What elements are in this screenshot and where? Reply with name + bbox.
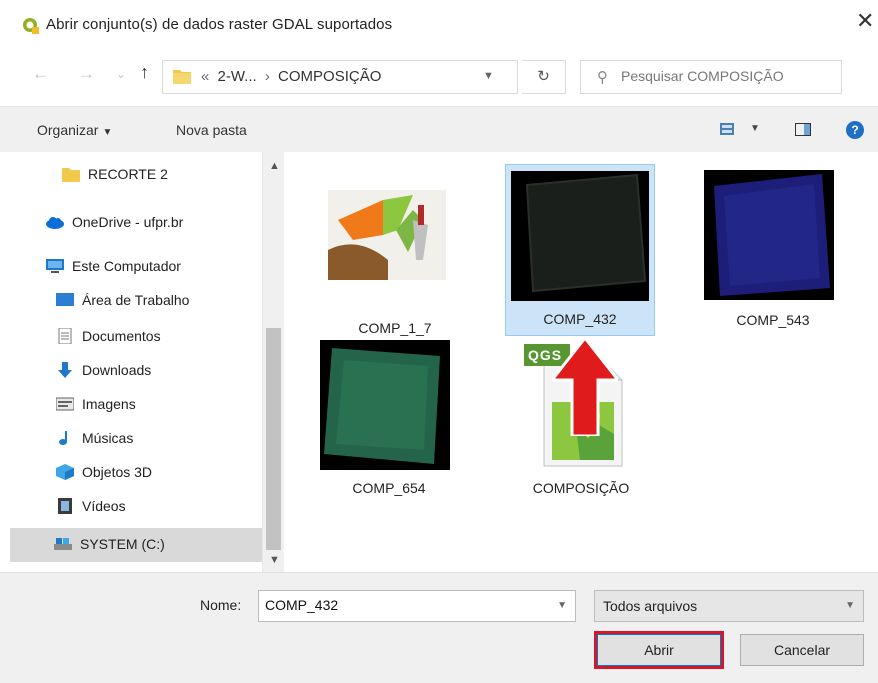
sidebar-item-label: Vídeos — [82, 498, 126, 514]
view-options-icon[interactable] — [720, 123, 734, 135]
open-button[interactable]: Abrir — [594, 631, 724, 669]
sidebar-item-documents[interactable]: Documentos — [56, 322, 256, 352]
search-icon: ⚲ — [597, 69, 608, 86]
command-bar: Organizar ▼ Nova pasta ▼ ? — [0, 106, 878, 152]
breadcrumb-item-current[interactable]: COMPOSIÇÃO — [278, 68, 381, 85]
address-bar[interactable]: « 2-W... › COMPOSIÇÃO ▼ — [162, 60, 518, 94]
sidebar-item-3d-objects[interactable]: Objetos 3D — [56, 458, 256, 488]
sidebar-scrollbar[interactable]: ▲ ▼ — [262, 152, 284, 572]
sidebar-item-recorte-2[interactable]: RECORTE 2 — [62, 160, 252, 190]
window-title: Abrir conjunto(s) de dados raster GDAL s… — [46, 16, 393, 33]
new-folder-button[interactable]: Nova pasta — [176, 122, 247, 138]
dialog-footer: Nome: ▼ Todos arquivos ▼ Abrir Cancelar — [0, 572, 878, 683]
breadcrumb: « 2-W... › COMPOSIÇÃO — [197, 68, 381, 85]
file-item[interactable]: QGS COMPOSIÇÃO — [506, 336, 656, 508]
file-type-select[interactable]: Todos arquivos ▼ — [594, 590, 864, 622]
computer-icon — [46, 259, 64, 273]
help-icon[interactable]: ? — [846, 121, 864, 139]
preview-pane-icon[interactable] — [795, 123, 811, 136]
raster-thumbnail-icon — [320, 340, 450, 470]
sidebar-item-onedrive[interactable]: OneDrive - ufpr.br — [46, 208, 246, 238]
breadcrumb-item-parent[interactable]: 2-W... — [218, 68, 257, 85]
sidebar-item-downloads[interactable]: Downloads — [56, 356, 256, 386]
file-list: COMP_1_7 COMP_432 COMP_543 COMP_654 QGS … — [284, 152, 878, 572]
file-name-label: Nome: — [200, 597, 242, 613]
red-arrow-icon — [552, 338, 618, 436]
sidebar-item-label: Downloads — [82, 362, 152, 378]
sidebar-item-pictures[interactable]: Imagens — [56, 390, 256, 420]
sidebar-item-videos[interactable]: Vídeos — [56, 492, 256, 522]
folder-icon — [62, 168, 80, 182]
music-icon — [59, 431, 67, 445]
organize-button[interactable]: Organizar ▼ — [37, 122, 112, 138]
search-box[interactable]: ⚲ — [580, 60, 842, 94]
chevron-down-icon[interactable]: ▼ — [483, 70, 494, 82]
file-item[interactable]: COMP_543 — [698, 166, 848, 338]
file-name: COMP_543 — [736, 312, 810, 328]
organize-label: Organizar — [37, 122, 99, 138]
qgis-logo-icon — [23, 18, 39, 34]
file-item[interactable]: COMP_1_7 — [320, 166, 470, 338]
cube-icon — [56, 464, 74, 480]
address-row: ← → ⌄ ↑ « 2-W... › COMPOSIÇÃO ▼ ↻ ⚲ — [0, 50, 878, 106]
refresh-button[interactable]: ↻ — [522, 60, 566, 94]
view-dropdown-icon[interactable]: ▼ — [750, 123, 760, 134]
document-icon — [58, 328, 72, 344]
chevron-down-icon[interactable]: ▼ — [557, 600, 567, 611]
caret-down-icon: ▼ — [102, 127, 113, 138]
navigation-pane: RECORTE 2 OneDrive - ufpr.br Este Comput… — [0, 152, 262, 572]
breadcrumb-separator: › — [264, 68, 270, 85]
map-thumbnail-icon — [328, 190, 446, 280]
sidebar-item-label: Este Computador — [72, 258, 181, 274]
file-name-field[interactable]: ▼ — [258, 590, 576, 622]
raster-thumbnail-icon — [511, 171, 649, 301]
breadcrumb-overflow[interactable]: « — [201, 68, 209, 85]
file-name: COMP_654 — [352, 480, 426, 496]
scroll-down-icon[interactable]: ▼ — [269, 554, 280, 566]
sidebar-item-desktop[interactable]: Área de Trabalho — [56, 286, 256, 316]
forward-arrow-icon[interactable]: → — [78, 64, 95, 84]
file-name: COMP_1_7 — [358, 320, 432, 336]
title-bar: Abrir conjunto(s) de dados raster GDAL s… — [0, 0, 878, 50]
sidebar-item-label: Documentos — [82, 328, 161, 344]
raster-thumbnail-icon — [704, 170, 834, 300]
sidebar-item-system-drive[interactable]: SYSTEM (C:) — [10, 528, 262, 562]
chevron-down-icon[interactable]: ▼ — [845, 600, 855, 611]
file-type-value: Todos arquivos — [603, 598, 698, 614]
back-arrow-icon[interactable]: ← — [32, 64, 49, 84]
file-name: COMPOSIÇÃO — [532, 480, 630, 496]
scroll-thumb[interactable] — [266, 328, 281, 550]
sidebar-item-label: OneDrive - ufpr.br — [72, 214, 184, 230]
sidebar-item-label: SYSTEM (C:) — [80, 536, 165, 552]
up-arrow-icon[interactable]: ↑ — [140, 62, 149, 83]
recent-locations-icon[interactable]: ⌄ — [116, 67, 126, 81]
image-icon — [56, 397, 74, 411]
sidebar-item-label: RECORTE 2 — [88, 166, 168, 182]
scroll-up-icon[interactable]: ▲ — [269, 160, 280, 172]
sidebar-item-this-pc[interactable]: Este Computador — [46, 252, 256, 282]
desktop-icon — [56, 293, 74, 306]
video-icon — [58, 498, 72, 514]
sidebar-item-label: Músicas — [82, 430, 134, 446]
file-name-input[interactable] — [265, 597, 545, 613]
drive-icon — [54, 538, 72, 550]
download-icon — [58, 362, 72, 378]
cancel-button[interactable]: Cancelar — [740, 634, 864, 666]
file-item[interactable]: COMP_654 — [314, 336, 464, 508]
sidebar-item-label: Imagens — [82, 396, 136, 412]
sidebar-item-label: Objetos 3D — [82, 464, 153, 480]
file-name: COMP_432 — [543, 311, 617, 327]
close-icon[interactable]: ✕ — [856, 10, 874, 32]
search-input[interactable] — [621, 68, 833, 84]
folder-icon — [173, 70, 191, 84]
sidebar-item-label: Área de Trabalho — [82, 292, 190, 308]
sidebar-item-music[interactable]: Músicas — [56, 424, 256, 454]
file-item-selected[interactable]: COMP_432 — [505, 164, 655, 336]
cloud-icon — [46, 217, 64, 229]
